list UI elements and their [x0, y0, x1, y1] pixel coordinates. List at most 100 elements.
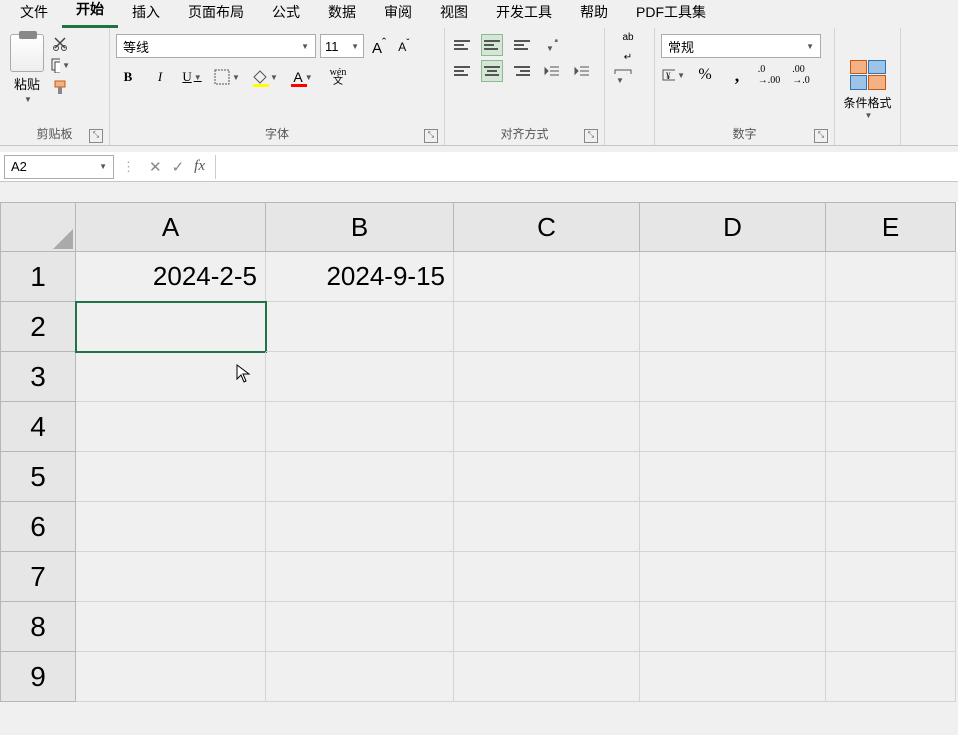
cell-b6[interactable] [266, 502, 454, 552]
row-header-5[interactable]: 5 [0, 452, 76, 502]
col-header-c[interactable]: C [454, 202, 640, 252]
cell-a5[interactable] [76, 452, 266, 502]
number-format-select[interactable]: 常规▼ [661, 34, 821, 58]
col-header-b[interactable]: B [266, 202, 454, 252]
font-expand-icon[interactable]: ⤡ [424, 129, 438, 143]
comma-button[interactable]: , [725, 64, 749, 86]
row-header-6[interactable]: 6 [0, 502, 76, 552]
cell-d5[interactable] [640, 452, 826, 502]
cell-d2[interactable] [640, 302, 826, 352]
cell-b4[interactable] [266, 402, 454, 452]
menu-view[interactable]: 视图 [426, 0, 482, 28]
menu-data[interactable]: 数据 [314, 0, 370, 28]
wrap-text-button[interactable]: ab↵ [611, 36, 645, 58]
row-header-1[interactable]: 1 [0, 252, 76, 302]
cell-d1[interactable] [640, 252, 826, 302]
orientation-button[interactable]: ▼ [541, 34, 563, 56]
phonetic-guide-button[interactable]: wén 文 [326, 66, 350, 88]
select-all-corner[interactable] [0, 202, 76, 252]
cell-d7[interactable] [640, 552, 826, 602]
cell-d9[interactable] [640, 652, 826, 702]
row-header-4[interactable]: 4 [0, 402, 76, 452]
cell-a2[interactable] [76, 302, 266, 352]
increase-decimal-button[interactable]: .0→.00 [757, 64, 781, 86]
paste-button[interactable]: 粘贴 ▼ [10, 34, 44, 104]
menu-home[interactable]: 开始 [62, 0, 118, 28]
cell-e9[interactable] [826, 652, 956, 702]
chevron-down-icon[interactable]: ▼ [865, 111, 873, 120]
cell-b9[interactable] [266, 652, 454, 702]
align-middle-button[interactable] [481, 34, 503, 56]
cell-e6[interactable] [826, 502, 956, 552]
cell-b3[interactable] [266, 352, 454, 402]
row-header-8[interactable]: 8 [0, 602, 76, 652]
align-center-button[interactable] [481, 60, 503, 82]
cell-b5[interactable] [266, 452, 454, 502]
cell-e1[interactable] [826, 252, 956, 302]
menu-insert[interactable]: 插入 [118, 0, 174, 28]
col-header-e[interactable]: E [826, 202, 956, 252]
row-header-3[interactable]: 3 [0, 352, 76, 402]
cell-c3[interactable] [454, 352, 640, 402]
number-expand-icon[interactable]: ⤡ [814, 129, 828, 143]
cell-e3[interactable] [826, 352, 956, 402]
menu-page-layout[interactable]: 页面布局 [174, 0, 258, 28]
font-size-select[interactable]: 11▼ [320, 34, 364, 58]
percent-button[interactable]: % [693, 64, 717, 86]
font-color-button[interactable]: A▼ [288, 66, 318, 88]
cell-c2[interactable] [454, 302, 640, 352]
menu-developer[interactable]: 开发工具 [482, 0, 566, 28]
fill-color-button[interactable]: ▼ [250, 66, 280, 88]
cell-d4[interactable] [640, 402, 826, 452]
cell-e5[interactable] [826, 452, 956, 502]
alignment-expand-icon[interactable]: ⤡ [584, 129, 598, 143]
cell-c1[interactable] [454, 252, 640, 302]
cell-b1[interactable]: 2024-9-15 [266, 252, 454, 302]
align-right-button[interactable] [511, 60, 533, 82]
menu-review[interactable]: 审阅 [370, 0, 426, 28]
menu-formulas[interactable]: 公式 [258, 0, 314, 28]
menu-help[interactable]: 帮助 [566, 0, 622, 28]
align-top-button[interactable] [451, 34, 473, 56]
cell-b7[interactable] [266, 552, 454, 602]
cell-c9[interactable] [454, 652, 640, 702]
accounting-format-button[interactable]: ¥▼ [661, 64, 685, 86]
decrease-font-button[interactable]: Aˇ [394, 38, 413, 54]
align-left-button[interactable] [451, 60, 473, 82]
cell-a4[interactable] [76, 402, 266, 452]
increase-indent-button[interactable] [571, 60, 593, 82]
formula-input[interactable] [215, 155, 958, 179]
font-name-select[interactable]: 等线▼ [116, 34, 316, 58]
conditional-format-icon[interactable] [850, 60, 886, 90]
menu-file[interactable]: 文件 [6, 0, 62, 28]
italic-button[interactable]: I [148, 66, 172, 88]
cell-b2[interactable] [266, 302, 454, 352]
decrease-decimal-button[interactable]: .00→.0 [789, 64, 813, 86]
underline-button[interactable]: U▼ [180, 66, 204, 88]
cell-a9[interactable] [76, 652, 266, 702]
cell-a8[interactable] [76, 602, 266, 652]
cell-e8[interactable] [826, 602, 956, 652]
col-header-d[interactable]: D [640, 202, 826, 252]
cell-e4[interactable] [826, 402, 956, 452]
cell-a7[interactable] [76, 552, 266, 602]
align-bottom-button[interactable] [511, 34, 533, 56]
cell-c8[interactable] [454, 602, 640, 652]
col-header-a[interactable]: A [76, 202, 266, 252]
cell-d8[interactable] [640, 602, 826, 652]
cell-c4[interactable] [454, 402, 640, 452]
cell-c7[interactable] [454, 552, 640, 602]
cell-c5[interactable] [454, 452, 640, 502]
bold-button[interactable]: B [116, 66, 140, 88]
cell-a6[interactable] [76, 502, 266, 552]
row-header-9[interactable]: 9 [0, 652, 76, 702]
cell-a3[interactable] [76, 352, 266, 402]
enter-button[interactable]: ✓ [172, 158, 185, 176]
name-box[interactable]: A2▼ [4, 155, 114, 179]
cancel-button[interactable]: ✕ [149, 158, 162, 176]
border-button[interactable]: ▼ [212, 66, 242, 88]
merge-button[interactable]: ▼ [611, 66, 645, 88]
cell-a1[interactable]: 2024-2-5 [76, 252, 266, 302]
clipboard-expand-icon[interactable]: ⤡ [89, 129, 103, 143]
cut-button[interactable] [50, 34, 70, 52]
